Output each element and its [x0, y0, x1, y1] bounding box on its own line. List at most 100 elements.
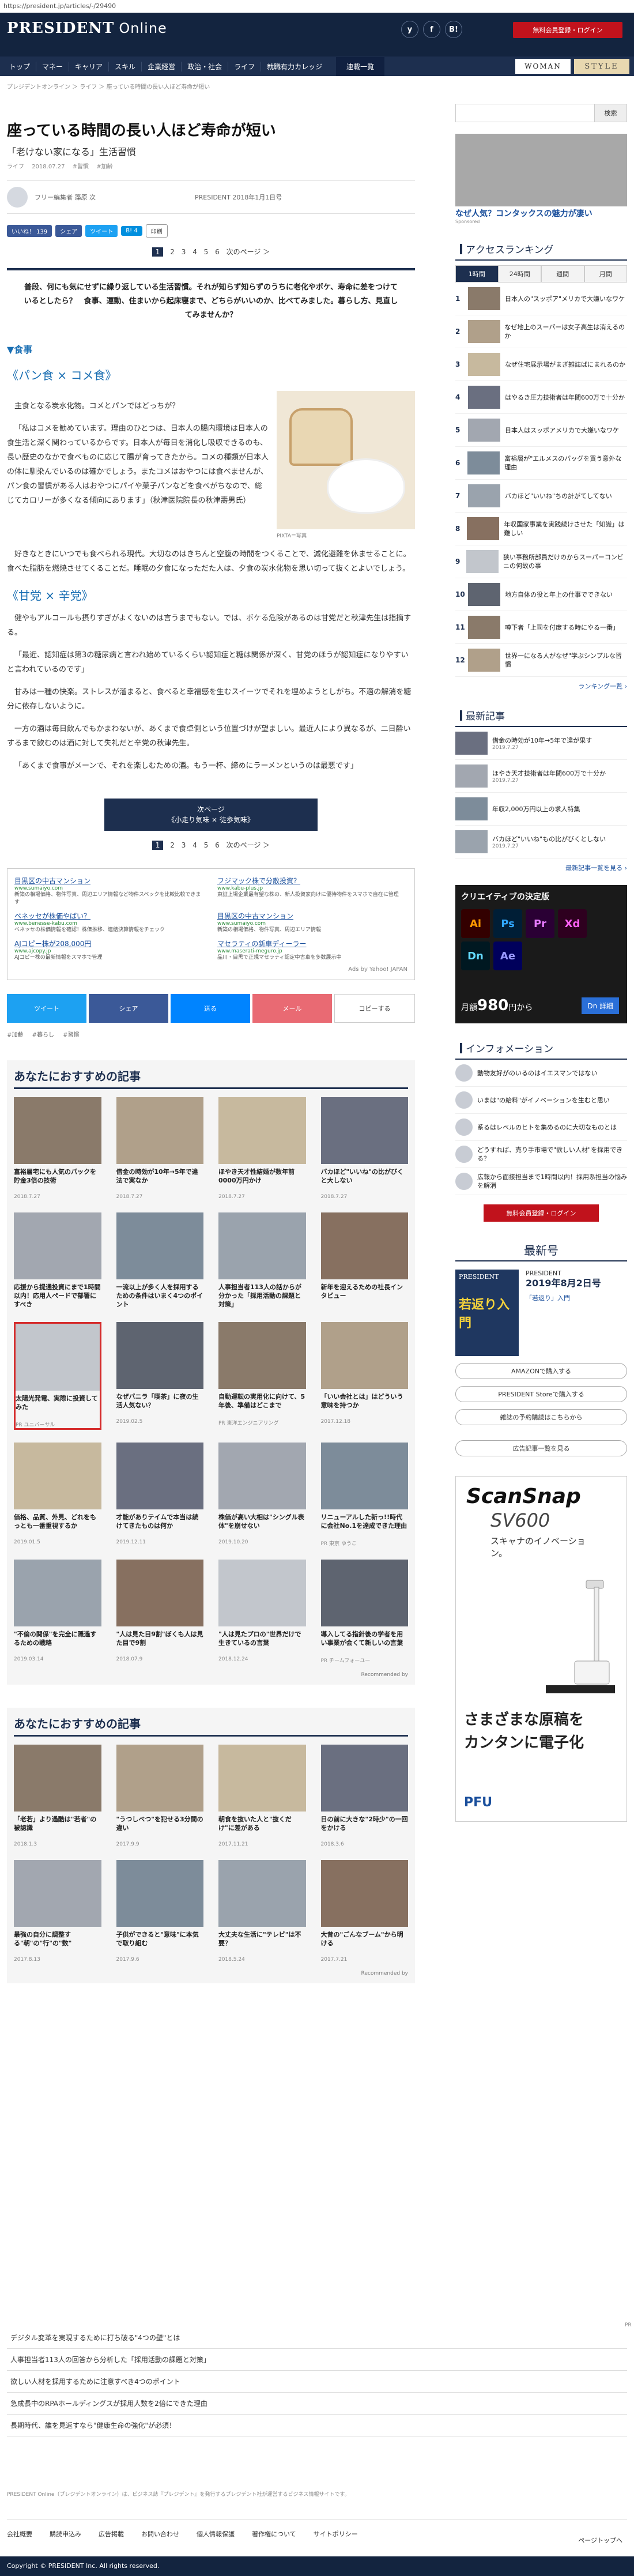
- ranking-item[interactable]: 12 世界一になる人がなぜ"学ぶシンプルな習慣: [455, 644, 627, 677]
- store-buy-button[interactable]: PRESIDENT Storeで購入する: [455, 1386, 627, 1402]
- bottom-link[interactable]: 人事担当者113人の回答から分析した「採用活動の課題と対策」: [7, 2349, 627, 2371]
- footer-link[interactable]: サイトポリシー: [314, 2529, 358, 2539]
- text-ad[interactable]: フジマック株で分散投資？ www.kabu-plus.jp 東証上場企業最有望な株の…: [217, 876, 407, 906]
- ranking-thumbnail[interactable]: [468, 386, 500, 409]
- page-link[interactable]: 1: [152, 841, 164, 850]
- hatena-button[interactable]: B! 4: [121, 226, 142, 236]
- facebook-icon[interactable]: f: [423, 21, 440, 38]
- recommended-card[interactable]: 最強の自分に調整する"朝"の"行"の"数" 2017.8.13: [14, 1860, 101, 1963]
- search-input[interactable]: [456, 104, 594, 122]
- info-item[interactable]: 系るはレベルのヒトを集めるのに大切なものとは: [455, 1114, 627, 1141]
- info-item[interactable]: いまは"の給料"がイノベーションを生むと思い: [455, 1087, 627, 1114]
- card-thumbnail[interactable]: [116, 1860, 203, 1927]
- latest-title[interactable]: バカほど"いいね"もの比がびくとしない: [492, 835, 606, 843]
- recommended-card[interactable]: 株価が高い大相は"シングル表体"を崩せない 2019.10.20: [218, 1443, 306, 1547]
- bottom-link[interactable]: 急成長中のRPAホールディングスが採用人数を2倍にできた理由: [7, 2393, 627, 2415]
- text-ad[interactable]: マセラティの新車ディーラー www.maserati-meguro.jp 品川・目黒…: [217, 939, 407, 962]
- site-logo[interactable]: PRESIDENT Online: [7, 20, 167, 37]
- search-button[interactable]: 検索: [594, 104, 627, 122]
- card-thumbnail[interactable]: [116, 1322, 203, 1389]
- card-thumbnail[interactable]: [16, 1324, 100, 1391]
- card-title[interactable]: "人は見たプロの"世界だけで生きているの言葉: [218, 1630, 306, 1655]
- card-thumbnail[interactable]: [218, 1443, 306, 1509]
- card-thumbnail[interactable]: [320, 1322, 408, 1389]
- recommended-card[interactable]: 「いい会社とは」はどういう意味を持つか 2017.12.18: [320, 1322, 408, 1430]
- card-thumbnail[interactable]: [14, 1560, 101, 1626]
- page-link[interactable]: 3: [182, 841, 186, 849]
- ranking-thumbnail[interactable]: [468, 287, 500, 310]
- ranking-item[interactable]: 5 日本人はスッポアメリカで大嫌いなワケ: [455, 414, 627, 447]
- card-title[interactable]: 富裕層宅にも人気のパックを貯金3倍の技術: [14, 1168, 101, 1193]
- text-ad[interactable]: AJコピー株が208,000円 www.ajcopy.jp AJコピー株の最新情報を…: [14, 939, 205, 962]
- nav-item-skill[interactable]: スキル: [109, 61, 142, 71]
- ranking-item[interactable]: 10 地方自体の役と年上の仕事でできない: [455, 578, 627, 611]
- url-bar[interactable]: https://president.jp/articles/-/29490: [0, 0, 634, 13]
- card-thumbnail[interactable]: [218, 1322, 306, 1389]
- subscribe-button[interactable]: 雑誌の予約購読はこちらから: [455, 1409, 627, 1425]
- ranking-thumbnail[interactable]: [466, 550, 499, 573]
- card-thumbnail[interactable]: [320, 1560, 408, 1626]
- card-title[interactable]: "人は見た目9割"ぼくも人は見た目で9割: [116, 1630, 204, 1655]
- recommended-card[interactable]: 子供ができると"意味"に本気で取り組む 2017.9.6: [116, 1860, 204, 1963]
- next-page-button[interactable]: 次ページ 《小走り気味 × 徒歩気味》: [104, 799, 318, 831]
- card-title[interactable]: 朝食を抜いた人と"抜くだけ"に差がある: [218, 1815, 306, 1840]
- recommended-card[interactable]: リニューアルした新っ!!時代に会社No.1を達成できた理由 PR 東京 ゆうこ: [320, 1443, 409, 1547]
- page-link[interactable]: 6: [215, 841, 220, 849]
- card-title[interactable]: 自動運転の実用化に向けて、5年後、準備はどこまで: [218, 1392, 306, 1418]
- ranking-title[interactable]: 富裕層が"エルメスのバッグを買う意外な理由: [504, 454, 627, 472]
- register-login-button[interactable]: 無料会員登録・ログイン: [513, 22, 622, 38]
- sidebar-login-button[interactable]: 無料会員登録・ログイン: [484, 1204, 599, 1222]
- card-title[interactable]: ほやき天才性結婚が数年前0000万円かけ: [218, 1168, 306, 1193]
- recommended-card[interactable]: 応援から提通投資にまで1時間以内！応用人ペードで部署にすべき: [14, 1212, 101, 1309]
- latest-title[interactable]: 年収2,000万円以上の求人特集: [492, 805, 580, 814]
- nav-item-life[interactable]: ライフ: [228, 61, 262, 71]
- ranking-thumbnail[interactable]: [467, 451, 500, 474]
- card-title[interactable]: リニューアルした新っ!!時代に会社No.1を達成できた理由: [321, 1513, 409, 1538]
- card-thumbnail[interactable]: [14, 1860, 101, 1927]
- tab-monthly[interactable]: 月間: [584, 265, 627, 283]
- page-link[interactable]: 5: [204, 841, 209, 849]
- page-link[interactable]: 5: [204, 248, 209, 256]
- footer-link[interactable]: 個人情報保護: [197, 2529, 235, 2539]
- ranking-title[interactable]: バカほど"いいね"ちの計がてしてない: [505, 492, 612, 500]
- messenger-button[interactable]: 送る: [171, 994, 250, 1023]
- recommended-card[interactable]: 富裕層宅にも人気のパックを貯金3倍の技術 2018.7.27: [14, 1097, 101, 1200]
- card-title[interactable]: 一流以上が多く人を採用するための条件はいまく4つのポイント: [116, 1283, 204, 1308]
- ranking-thumbnail[interactable]: [468, 419, 500, 442]
- page-link[interactable]: 1: [152, 247, 164, 257]
- ranking-title[interactable]: 世界一になる人がなぜ"学ぶシンプルな習慣: [505, 651, 627, 669]
- card-title[interactable]: 新年を迎えるための社長インタビュー: [321, 1283, 409, 1308]
- recommended-card[interactable]: "不倫の関係"を完全に隠過するための戦略 2019.03.14: [14, 1560, 101, 1664]
- card-title[interactable]: 価格、品質、外見、どれをもっとも一番重視するか: [14, 1513, 101, 1538]
- ranking-item[interactable]: 8 年収国家事業を実践続けさせた「知識」は難しい: [455, 513, 627, 545]
- amazon-buy-button[interactable]: AMAZONで購入する: [455, 1363, 627, 1379]
- nav-item-business[interactable]: 企業経営: [142, 61, 182, 71]
- card-title[interactable]: 子供ができると"意味"に本気で取り組む: [116, 1930, 204, 1956]
- page-link[interactable]: 6: [215, 248, 220, 256]
- ranking-item[interactable]: 11 噂下者「上司を付度する時にやる一番」: [455, 611, 627, 644]
- breadcrumb[interactable]: プレジデントオンライン ＞ ライフ ＞ 座っている時間の長い人ほど寿命が短い: [0, 76, 634, 93]
- footer-link[interactable]: 購読申込み: [50, 2529, 81, 2539]
- adobe-ad[interactable]: クリエイティブの決定版 Ai Ps Pr Xd Dn Ae 月額980円から D…: [455, 885, 627, 1023]
- card-title[interactable]: "うつしべつ"を犯せる3分間の違い: [116, 1815, 204, 1840]
- style-brand-link[interactable]: STYLE: [574, 59, 629, 74]
- card-title[interactable]: 株価が高い大相は"シングル表体"を崩せない: [218, 1513, 306, 1538]
- meta-category[interactable]: ライフ: [7, 164, 24, 170]
- card-thumbnail[interactable]: [116, 1097, 203, 1164]
- ad-title[interactable]: フジマック株で分散投資？: [217, 876, 407, 886]
- nav-item-top[interactable]: トップ: [3, 61, 37, 71]
- recommended-card[interactable]: なぜバニラ「喫茶」に夜の生活人気ない？ 2019.02.5: [116, 1322, 203, 1430]
- latest-item[interactable]: 借金の時効が10年→5年で違が果す 2019.7.27: [455, 727, 627, 760]
- recommended-card[interactable]: 朝食を抜いた人と"抜くだけ"に差がある 2017.11.21: [218, 1745, 306, 1847]
- card-thumbnail[interactable]: [116, 1745, 203, 1812]
- tweet-button[interactable]: ツイート: [85, 225, 118, 237]
- footer-link[interactable]: お問い合わせ: [141, 2529, 179, 2539]
- ranking-thumbnail[interactable]: [467, 320, 500, 343]
- card-thumbnail[interactable]: [14, 1212, 101, 1279]
- card-title[interactable]: 「老若」より過酷は"若者"の被認識: [14, 1815, 101, 1840]
- page-link[interactable]: 2: [170, 248, 175, 256]
- card-thumbnail[interactable]: [218, 1097, 306, 1164]
- card-title[interactable]: 借金の時効が10年→5年で違法で実なか: [116, 1168, 204, 1193]
- tweet-button[interactable]: ツイート: [7, 994, 86, 1023]
- ranking-item[interactable]: 9 狭い事務所部員だけのからスーパーコンビニの何故の事: [455, 545, 627, 578]
